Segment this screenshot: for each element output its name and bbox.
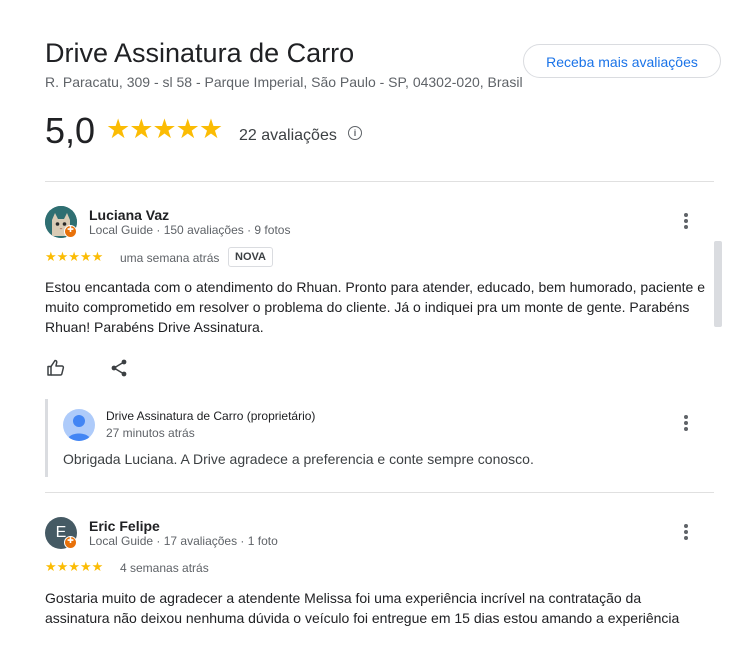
info-icon[interactable]: i	[348, 126, 362, 140]
business-title: Drive Assinatura de Carro	[45, 38, 355, 68]
review-stars: ★★★★★	[45, 249, 104, 264]
rating-value: 5,0	[45, 110, 96, 151]
owner-reply-date: 27 minutos atrás	[106, 426, 195, 440]
scrollbar-thumb[interactable]	[714, 241, 722, 327]
reviews-count: 22 avaliações	[239, 127, 337, 144]
more-vert-icon	[684, 213, 688, 217]
review-author[interactable]: Luciana Vaz	[89, 207, 169, 223]
owner-reply-more-button[interactable]	[680, 415, 692, 435]
local-guide-badge-icon	[64, 225, 77, 238]
more-vert-icon	[684, 524, 688, 528]
person-icon	[67, 415, 91, 441]
business-address: R. Paracatu, 309 - sl 58 - Parque Imperi…	[45, 74, 523, 90]
review-date: uma semana atrás	[120, 251, 220, 265]
review-author-meta[interactable]: Local Guide · 150 avaliações · 9 fotos	[89, 223, 290, 237]
rating-stars: ★★★★★	[106, 114, 223, 144]
get-more-reviews-button[interactable]: Receba mais avaliações	[523, 44, 721, 78]
review-author[interactable]: Eric Felipe	[89, 518, 160, 534]
review-more-button[interactable]	[680, 213, 692, 233]
review-text: Gostaria muito de agradecer a atendente …	[45, 590, 680, 626]
thumbs-up-icon	[47, 359, 65, 376]
owner-avatar	[63, 409, 95, 441]
local-guide-badge-icon	[64, 536, 77, 549]
review-stars: ★★★★★	[45, 559, 104, 574]
owner-reply-bar	[45, 399, 48, 477]
share-button[interactable]	[109, 358, 129, 378]
new-badge: NOVA	[228, 247, 273, 267]
owner-reply-text: Obrigada Luciana. A Drive agradece a pre…	[63, 451, 534, 467]
review-more-button[interactable]	[680, 524, 692, 544]
review-text: Estou encantada com o atendimento do Rhu…	[45, 279, 706, 335]
more-vert-icon	[684, 415, 688, 419]
divider	[45, 181, 714, 182]
share-icon	[111, 359, 127, 377]
review-author-meta[interactable]: Local Guide · 17 avaliações · 1 foto	[89, 534, 278, 548]
divider	[45, 492, 714, 493]
like-button[interactable]	[46, 358, 66, 378]
owner-reply-name: Drive Assinatura de Carro (proprietário)	[106, 409, 316, 423]
review-date: 4 semanas atrás	[120, 561, 209, 575]
